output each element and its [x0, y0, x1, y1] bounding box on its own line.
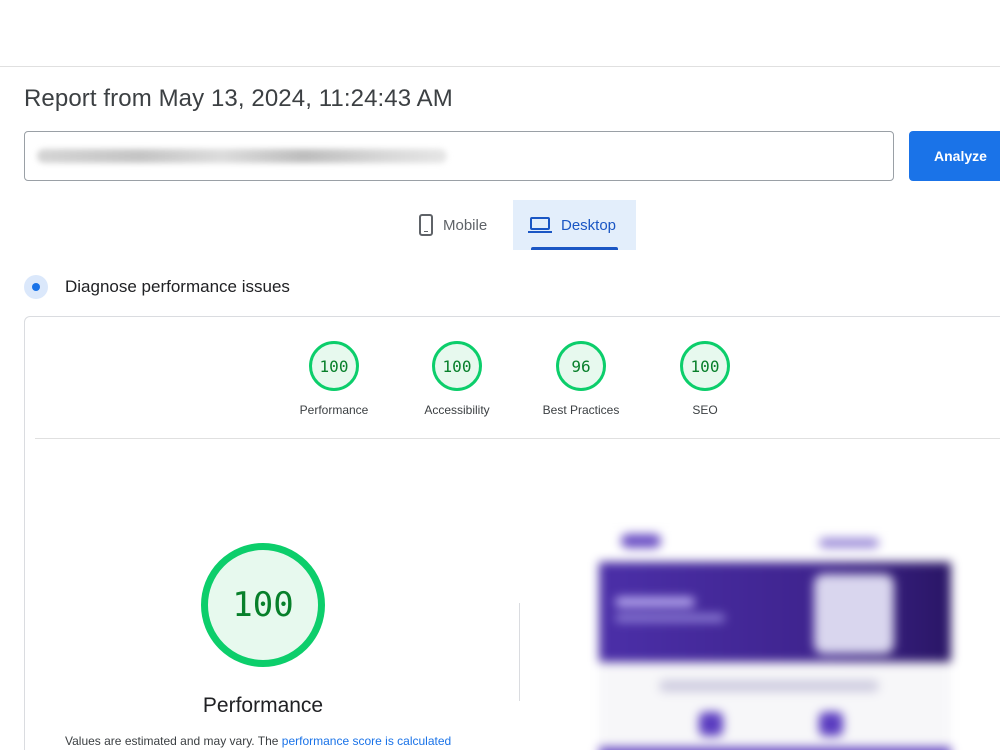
tab-mobile[interactable]: Mobile: [403, 200, 513, 250]
score-gauge-performance[interactable]: 100 Performance: [284, 341, 384, 417]
tab-mobile-label: Mobile: [443, 216, 488, 234]
score-ring: 96: [556, 341, 606, 391]
page-screenshot-thumbnail: [599, 522, 951, 750]
score-label: Best Practices: [542, 403, 620, 417]
vertical-separator: [519, 603, 520, 701]
analyze-button[interactable]: Analyze: [909, 131, 1000, 181]
laptop-icon: [528, 217, 552, 233]
mobile-phone-icon: [419, 214, 433, 236]
card-divider: [35, 438, 1000, 439]
performance-score-link[interactable]: performance score is calculated: [282, 734, 451, 748]
score-label: SEO: [692, 403, 718, 417]
performance-score-label: Performance: [202, 694, 324, 717]
tab-desktop[interactable]: Desktop: [513, 200, 636, 250]
score-label: Accessibility: [424, 403, 490, 417]
score-ring: 100: [309, 341, 359, 391]
report-card: 100 Performance 100 Accessibility 96 Bes…: [24, 316, 1000, 750]
score-gauge-seo[interactable]: 100 SEO: [655, 341, 755, 417]
top-bar: [0, 0, 1000, 67]
score-label: Performance: [299, 403, 369, 417]
diagnose-icon: [24, 275, 48, 299]
score-gauge-accessibility[interactable]: 100 Accessibility: [407, 341, 507, 417]
tab-desktop-label: Desktop: [561, 216, 617, 234]
performance-score-gauge: 100: [201, 543, 325, 667]
url-input[interactable]: [24, 131, 894, 181]
values-note-text: Values are estimated and may vary. The: [65, 734, 282, 748]
values-estimated-note: Values are estimated and may vary. The p…: [65, 734, 451, 748]
score-ring: 100: [432, 341, 482, 391]
score-ring: 100: [680, 341, 730, 391]
diagnose-label: Diagnose performance issues: [65, 277, 290, 296]
score-gauge-best-practices[interactable]: 96 Best Practices: [531, 341, 631, 417]
url-value-redacted: [37, 149, 447, 163]
report-title: Report from May 13, 2024, 11:24:43 AM: [24, 85, 453, 112]
diagnose-section-header: Diagnose performance issues: [24, 274, 290, 300]
